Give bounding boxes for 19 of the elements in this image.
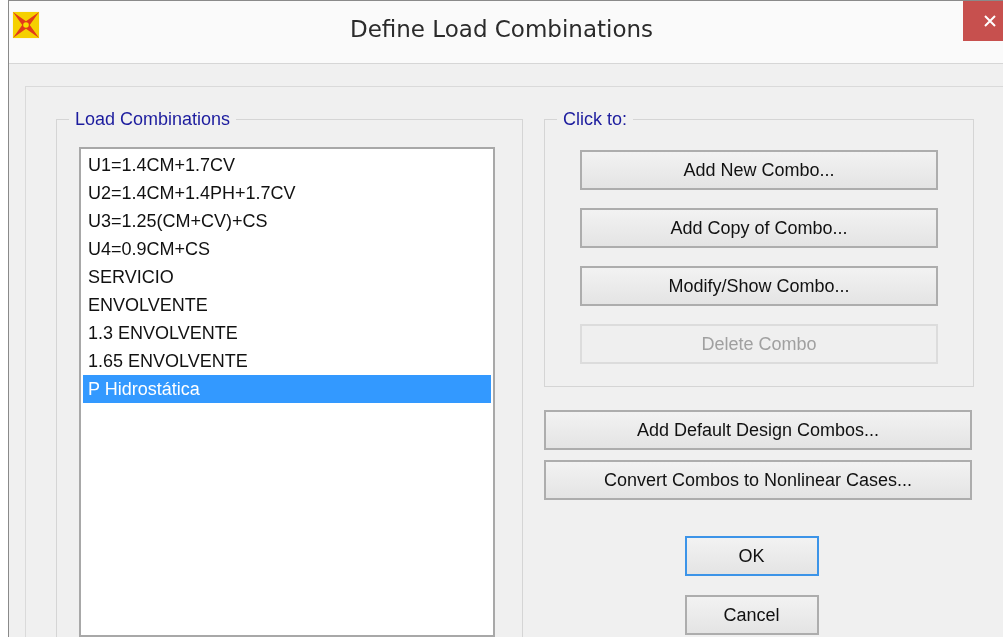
action-button[interactable]: Convert Combos to Nonlinear Cases... bbox=[544, 460, 972, 500]
list-item[interactable]: 1.3 ENVOLVENTE bbox=[83, 319, 491, 347]
list-item[interactable]: U3=1.25(CM+CV)+CS bbox=[83, 207, 491, 235]
action-button[interactable]: Add Copy of Combo... bbox=[580, 208, 938, 248]
action-button[interactable]: Modify/Show Combo... bbox=[580, 266, 938, 306]
list-item[interactable]: 1.65 ENVOLVENTE bbox=[83, 347, 491, 375]
dialog-button[interactable]: OK bbox=[684, 536, 819, 576]
action-button[interactable]: Add Default Design Combos... bbox=[544, 410, 972, 450]
list-item[interactable]: SERVICIO bbox=[83, 263, 491, 291]
window-title: Define Load Combinations bbox=[348, 15, 655, 42]
list-item[interactable]: U2=1.4CM+1.4PH+1.7CV bbox=[83, 179, 491, 207]
list-item[interactable]: U1=1.4CM+1.7CV bbox=[83, 151, 491, 179]
close-button[interactable] bbox=[963, 1, 1003, 41]
dialog-button[interactable]: Cancel bbox=[684, 595, 819, 635]
close-icon bbox=[983, 14, 997, 28]
list-item[interactable]: U4=0.9CM+CS bbox=[83, 235, 491, 263]
list-item[interactable]: ENVOLVENTE bbox=[83, 291, 491, 319]
action-button[interactable]: Add New Combo... bbox=[580, 150, 938, 190]
app-icon bbox=[12, 11, 40, 39]
